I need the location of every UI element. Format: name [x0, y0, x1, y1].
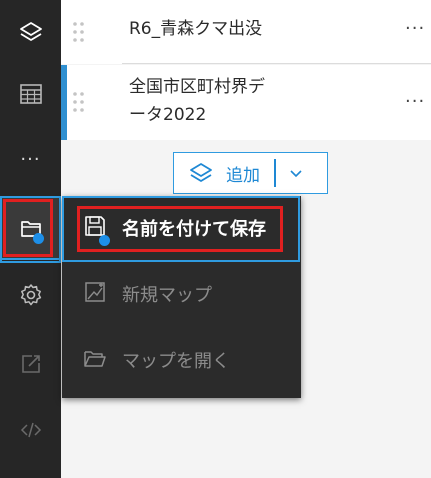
code-button[interactable] [0, 398, 61, 462]
share-icon [18, 351, 44, 377]
code-icon [18, 417, 44, 443]
layer-name-line2: ータ2022 [129, 105, 207, 125]
add-button-label: 追加 [226, 165, 260, 186]
share-button[interactable] [0, 332, 61, 396]
table-button[interactable] [0, 62, 61, 126]
settings-button[interactable] [0, 263, 61, 327]
layer-options-icon[interactable]: ··· [405, 18, 431, 39]
layer-name-line1: 全国市区町村界デ [129, 77, 265, 97]
folder-button-indicator-dot [33, 233, 44, 244]
layer-options-icon[interactable]: ··· [405, 91, 431, 112]
menu-item-open-map[interactable]: マップを開く [62, 328, 301, 392]
menu-item-label: マップを開く [122, 351, 230, 372]
folder-button-red-highlight [3, 199, 53, 257]
add-layer-button[interactable]: 追加 [173, 152, 328, 194]
gear-icon [18, 282, 44, 308]
drag-handle-icon[interactable] [71, 90, 87, 118]
layers-button[interactable] [0, 0, 61, 64]
menu-item-new-map[interactable]: 新規マップ [62, 262, 301, 326]
new-map-icon [82, 279, 108, 309]
save-as-red-highlight [77, 206, 283, 252]
layer-name: R6_青森クマ出没 [129, 19, 263, 39]
layer-item[interactable]: R6_青森クマ出没 ··· [61, 0, 431, 64]
layers-icon [188, 160, 214, 186]
add-button-separator [274, 159, 276, 187]
save-as-indicator-dot [99, 235, 110, 246]
selected-layer-bar [61, 65, 67, 140]
drag-handle-icon[interactable] [71, 20, 87, 48]
more-icon: ··· [20, 148, 41, 170]
chevron-down-icon[interactable] [288, 165, 304, 181]
layer-item[interactable]: 全国市区町村界デ ータ2022 ··· [61, 65, 431, 140]
layer-divider [122, 63, 431, 64]
menu-item-label: 新規マップ [122, 285, 212, 306]
layers-icon [18, 19, 44, 45]
more-button[interactable]: ··· [0, 127, 61, 191]
folder-open-icon [82, 345, 108, 375]
table-icon [18, 81, 44, 107]
